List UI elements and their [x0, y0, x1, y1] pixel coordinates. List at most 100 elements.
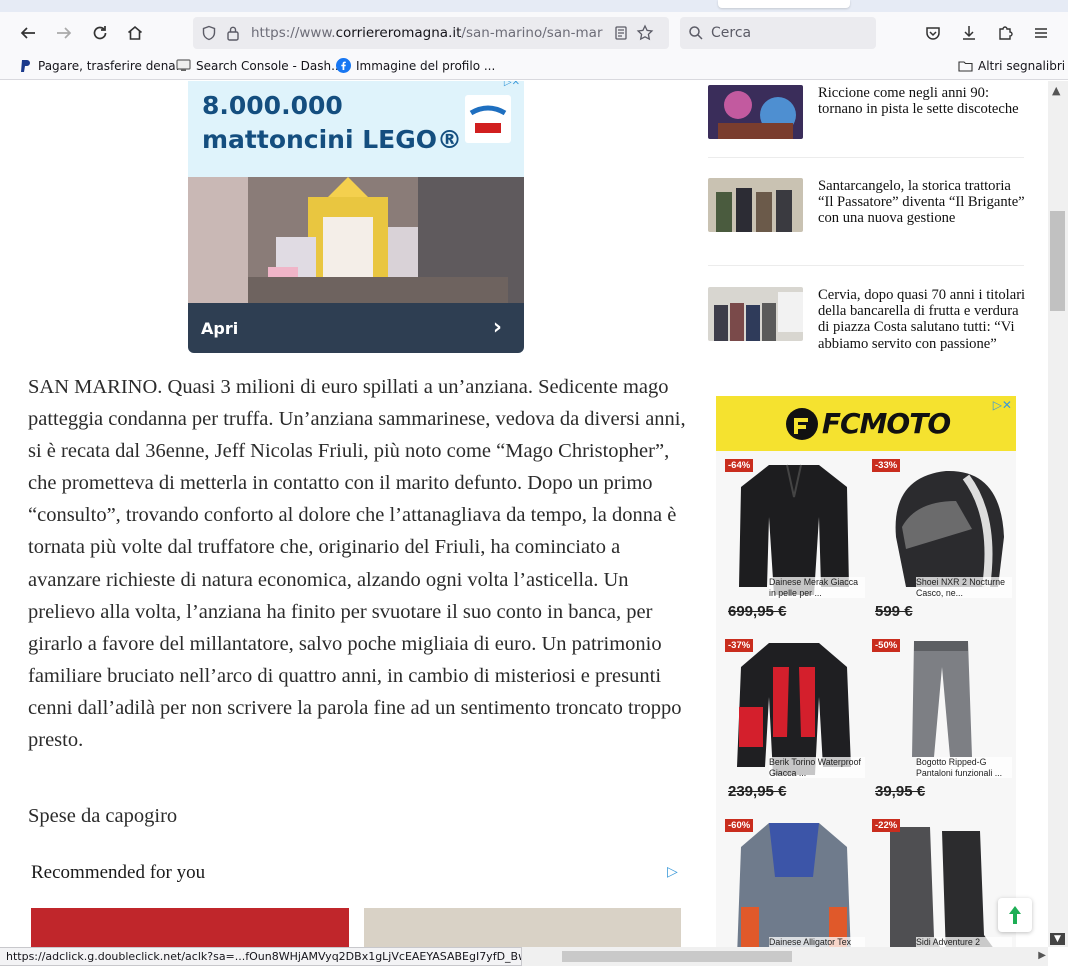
product-price: 699,95 €: [728, 603, 787, 620]
lego-exhibition-photo: [188, 177, 524, 307]
product-name: Berik Torino Waterproof Giacca ...: [769, 757, 865, 778]
address-bar[interactable]: https://www.corriereromagna.it/san-marin…: [193, 17, 669, 49]
news-title[interactable]: Cervia, dopo quasi 70 anni i titolari de…: [818, 287, 1028, 352]
helmet-image: [895, 470, 1004, 588]
product-card[interactable]: -37% Berik Torino Waterproof Giacca ... …: [719, 633, 865, 811]
news-thumbnail: [708, 85, 803, 139]
ad-choices-icon[interactable]: ▷✕: [504, 81, 520, 88]
recommended-title: Recommended for you: [31, 862, 206, 883]
bookmark-star-icon[interactable]: [633, 21, 657, 45]
discount-badge: -33%: [872, 459, 901, 472]
news-title[interactable]: Santarcangelo, la storica trattoria “Il …: [818, 178, 1028, 227]
search-placeholder: Cerca: [711, 25, 752, 41]
search-console-icon: [176, 58, 191, 73]
fcmoto-ad[interactable]: FCMOTO ▷✕ -64% Dainese Merak Giacca in p…: [716, 396, 1016, 947]
url-path: /san-marino/san-marino-p: [461, 25, 603, 41]
product-card[interactable]: -64% Dainese Merak Giacca in pelle per .…: [719, 453, 865, 631]
lego-ad-line2: mattoncini LEGO®: [202, 125, 463, 154]
lego-ad[interactable]: ▷✕ 8.000.000 mattoncini LEGO® Apri ›: [188, 81, 524, 353]
home-icon: [127, 25, 143, 40]
bookmark-paypal[interactable]: Pagare, trasferire dena...: [18, 58, 187, 73]
product-name: Bogotto Ripped-G Pantaloni funzionali ..…: [916, 757, 1012, 778]
tracking-shield-icon[interactable]: [197, 21, 221, 45]
active-tab[interactable]: [718, 0, 850, 8]
product-card[interactable]: -33% Shoei NXR 2 Nocturne Casco, ne... 5…: [866, 453, 1012, 631]
lego-ad-cta-label: Apri: [201, 318, 239, 338]
reload-icon: [93, 26, 107, 40]
bookmarks-toolbar: Pagare, trasferire dena... Search Consol…: [0, 54, 1068, 80]
downloads-button[interactable]: [955, 20, 983, 46]
product-name: Sidi Adventure 2: [916, 937, 1012, 947]
discount-badge: -60%: [725, 819, 754, 832]
vertical-scrollbar[interactable]: ▲ ▼: [1048, 81, 1068, 947]
recommended-thumbnail[interactable]: [364, 908, 681, 947]
horizontal-scrollbar[interactable]: ▶: [522, 947, 1048, 966]
discount-badge: -37%: [725, 639, 754, 652]
back-button[interactable]: [14, 20, 42, 46]
bookmark-facebook[interactable]: Immagine del profilo ...: [336, 58, 495, 73]
forward-arrow-icon: [57, 27, 72, 39]
pocket-icon: [926, 27, 940, 40]
pants-image: [912, 641, 972, 757]
home-button[interactable]: [121, 20, 149, 46]
product-card[interactable]: -50% Bogotto Ripped-G Pantaloni funziona…: [866, 633, 1012, 811]
reload-button[interactable]: [86, 20, 114, 46]
scroll-down-arrow-icon[interactable]: ▼: [1050, 933, 1065, 945]
ad-choices-icon[interactable]: ▷✕: [993, 398, 1012, 412]
browser-toolbar: https://www.corriereromagna.it/san-marin…: [0, 12, 1068, 54]
lego-exhibition-logo: [465, 95, 511, 143]
download-icon: [963, 26, 975, 40]
touring-jacket-image: [737, 823, 851, 947]
discount-badge: -50%: [872, 639, 901, 652]
product-name: Dainese Alligator Tex: [769, 937, 865, 947]
extensions-button[interactable]: [991, 20, 1019, 46]
search-icon: [689, 26, 703, 40]
reader-view-icon[interactable]: [609, 21, 633, 45]
forward-button[interactable]: [50, 20, 78, 46]
other-bookmarks[interactable]: Altri segnalibri: [958, 58, 1065, 73]
divider: [708, 157, 1024, 158]
bookmark-label: Pagare, trasferire dena...: [38, 58, 188, 73]
product-card[interactable]: -60% Dainese Alligator Tex: [719, 813, 865, 947]
lego-ad-open-button[interactable]: Apri ›: [188, 303, 524, 353]
puzzle-icon: [999, 26, 1013, 40]
scroll-right-arrow-icon[interactable]: ▶: [1038, 950, 1046, 961]
leather-jacket-image: [739, 464, 849, 595]
bookmark-label: Search Console - Dash...: [196, 58, 343, 73]
folder-icon: [958, 58, 973, 73]
news-title[interactable]: Riccione come negli anni 90: tornano in …: [818, 85, 1028, 117]
url-prefix: https://www.: [251, 25, 336, 41]
scroll-up-arrow-icon[interactable]: ▲: [1052, 84, 1060, 97]
ad-choices-icon[interactable]: ▷: [667, 864, 678, 880]
back-to-top-button[interactable]: [998, 898, 1032, 932]
url-text[interactable]: https://www.corriereromagna.it/san-marin…: [251, 25, 603, 41]
product-name: Dainese Merak Giacca in pelle per ...: [769, 577, 865, 598]
fcmoto-brand-bar[interactable]: FCMOTO: [716, 396, 1016, 451]
textile-jacket-image: [737, 643, 851, 775]
product-name: Shoei NXR 2 Nocturne Casco, ne...: [916, 577, 1012, 598]
web-page: ▷✕ 8.000.000 mattoncini LEGO® Apri › SAN…: [0, 81, 1048, 947]
news-thumbnail: [708, 178, 803, 232]
discount-badge: -64%: [725, 459, 754, 472]
lego-ad-headline: 8.000.000 mattoncini LEGO®: [202, 89, 462, 157]
lego-ad-line1: 8.000.000: [202, 91, 343, 120]
product-price: 39,95 €: [875, 783, 926, 800]
hamburger-menu-icon: [1035, 28, 1047, 38]
menu-button[interactable]: [1027, 20, 1055, 46]
recommended-thumbnail[interactable]: [31, 908, 349, 947]
scrollbar-thumb[interactable]: [1050, 211, 1065, 311]
arrow-up-icon: [1009, 906, 1021, 924]
lock-icon[interactable]: [221, 21, 245, 45]
boots-image: [890, 827, 993, 947]
discount-badge: -22%: [872, 819, 901, 832]
search-box[interactable]: Cerca: [680, 17, 876, 49]
article-subheading: Spese da capogiro: [28, 805, 178, 827]
status-bar-url: https://adclick.g.doubleclick.net/aclk?s…: [0, 947, 522, 966]
bookmark-label: Immagine del profilo ...: [356, 58, 496, 73]
bookmark-search-console[interactable]: Search Console - Dash...: [176, 58, 343, 73]
pocket-button[interactable]: [919, 20, 947, 46]
product-card[interactable]: -22% Sidi Adventure 2: [866, 813, 1012, 947]
scrollbar-thumb[interactable]: [562, 951, 792, 962]
divider: [708, 265, 1024, 266]
facebook-icon: [336, 58, 351, 73]
